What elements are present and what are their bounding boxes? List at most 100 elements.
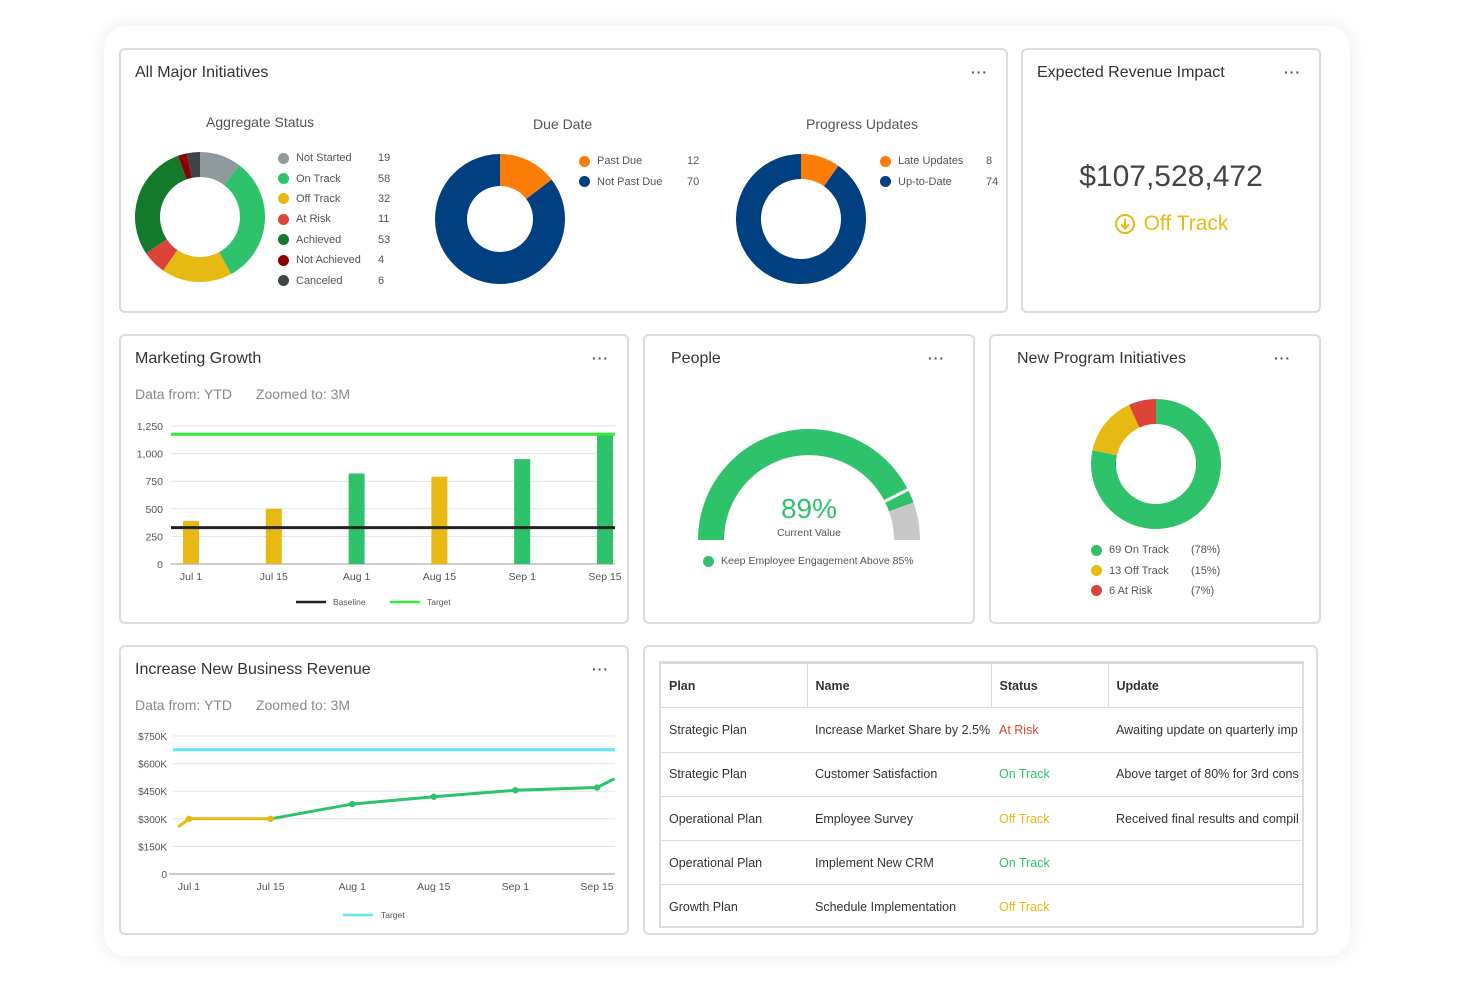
- x-tick-label: Jul 1: [180, 571, 202, 583]
- legend-item[interactable]: Achieved 53: [278, 230, 390, 250]
- cell-plan: Growth Plan: [661, 884, 807, 926]
- legend-label[interactable]: Target: [381, 910, 405, 920]
- donut-slice-achieved[interactable]: [135, 155, 187, 254]
- legend-label: Canceled: [296, 274, 343, 287]
- x-tick-label: Sep 1: [502, 881, 530, 893]
- progress-updates-title: Progress Updates: [806, 116, 919, 132]
- table-row[interactable]: Strategic Plan Customer Satisfaction On Tr…: [661, 751, 1302, 797]
- legend-dot: [278, 193, 289, 205]
- line-segment: [350, 795, 436, 806]
- legend-dot: [278, 213, 289, 225]
- legend-item[interactable]: Past Due 12: [579, 151, 699, 171]
- legend-dot: [278, 152, 289, 164]
- data-point-aug-1[interactable]: [349, 800, 356, 808]
- legend-item[interactable]: Canceled 6: [278, 270, 390, 290]
- column-header-update[interactable]: Update: [1108, 663, 1302, 709]
- new-business-revenue-line-chart: 0 $150K $300K $450K $600K $750K Jul 1 Jul 15 Aug…: [138, 732, 615, 920]
- legend-item[interactable]: Not Achieved 4: [278, 250, 390, 270]
- legend-item[interactable]: Not Started 19: [278, 148, 390, 168]
- more-options-icon[interactable]: ···: [971, 64, 988, 80]
- cell-status: Off Track: [991, 795, 1108, 842]
- aggregate-status-title: Aggregate Status: [206, 114, 315, 130]
- aggregate-status-donut: [135, 152, 265, 282]
- data-point-sep-15[interactable]: [593, 784, 601, 791]
- legend-label: Late Updates: [898, 155, 964, 168]
- y-tick-label: 250: [145, 531, 163, 543]
- legend-label: 69 On Track: [1109, 544, 1169, 557]
- bar-jul-15[interactable]: [265, 508, 282, 564]
- table-wrapper: Plan Name Status Update Strategic Plan In…: [659, 661, 1304, 928]
- legend-value: 6: [378, 274, 385, 287]
- y-tick-label: $300K: [138, 815, 167, 826]
- x-tick-label: Sep 1: [508, 571, 536, 583]
- data-point-jul-1[interactable]: [185, 815, 193, 822]
- legend-dot: [579, 176, 590, 188]
- cell-plan: Strategic Plan: [661, 751, 807, 797]
- legend-dot: [278, 173, 289, 185]
- table-row[interactable]: Operational Plan Employee Survey Off Track…: [661, 795, 1302, 842]
- bar-aug-15[interactable]: [431, 476, 448, 564]
- cell-name: Implement New CRM: [807, 840, 991, 886]
- legend-label: Off Track: [296, 192, 341, 205]
- legend-label[interactable]: Target: [427, 597, 451, 607]
- legend-item[interactable]: 6 At Risk (7%): [1091, 581, 1220, 601]
- legend-item[interactable]: At Risk 11: [278, 209, 390, 229]
- table-row[interactable]: Strategic Plan Increase Market Share by 2…: [661, 707, 1302, 753]
- legend-item[interactable]: Off Track 32: [278, 189, 390, 209]
- table-row[interactable]: Operational Plan Implement New CRM On Trac…: [661, 840, 1302, 886]
- legend-label: Up-to-Date: [898, 175, 952, 188]
- cell-plan: Operational Plan: [661, 840, 807, 886]
- legend-dot: [1091, 565, 1102, 577]
- data-point-jul-15[interactable]: [267, 815, 274, 822]
- legend-value: 70: [687, 175, 700, 188]
- column-header-plan[interactable]: Plan: [661, 663, 808, 709]
- donut-slice-up-to-date[interactable]: [736, 154, 866, 284]
- legend-value: (78%): [1191, 544, 1221, 557]
- progress-updates-legend: Late Updates 8 Up-to-Date 74: [880, 151, 998, 192]
- legend-value: (15%): [1191, 564, 1221, 577]
- bar-sep-1[interactable]: [514, 459, 531, 564]
- y-tick-label: $150K: [138, 842, 167, 853]
- cell-plan: Operational Plan: [661, 795, 807, 842]
- line-segment: [269, 802, 354, 821]
- bar-sep-15[interactable]: [597, 434, 613, 564]
- x-tick-label: Sep 15: [580, 881, 613, 893]
- due-date-legend: Past Due 12 Not Past Due 70: [579, 151, 699, 192]
- legend-item[interactable]: 69 On Track (78%): [1091, 540, 1220, 560]
- cell-update: [1108, 840, 1302, 886]
- engagement-gauge: [698, 429, 920, 540]
- legend-dot: [703, 555, 714, 567]
- more-options-icon[interactable]: ···: [1274, 350, 1291, 366]
- card-marketing-growth: Marketing Growth ··· Data from: YTD Zoom…: [119, 334, 629, 624]
- more-options-icon[interactable]: ···: [1284, 64, 1301, 80]
- legend-item[interactable]: Late Updates 8: [880, 151, 998, 171]
- legend-value: 12: [687, 155, 700, 168]
- legend-label: 13 Off Track: [1109, 564, 1169, 577]
- data-point-aug-15[interactable]: [430, 793, 437, 800]
- donut-slice-13-off-track[interactable]: [1092, 404, 1140, 456]
- due-date-donut: [435, 154, 565, 284]
- column-header-name[interactable]: Name: [807, 663, 992, 709]
- legend-label: Past Due: [597, 155, 643, 168]
- line-segment: [513, 786, 599, 792]
- y-tick-label: 0: [157, 559, 163, 571]
- legend-item[interactable]: 13 Off Track (15%): [1091, 560, 1220, 580]
- legend-item[interactable]: Not Past Due 70: [579, 171, 699, 191]
- legend-item[interactable]: On Track 58: [278, 168, 390, 188]
- due-date-title: Due Date: [533, 116, 593, 132]
- table-row[interactable]: Growth Plan Schedule Implementation Off Tr…: [661, 884, 1302, 926]
- legend-label[interactable]: Baseline: [333, 597, 366, 607]
- x-tick-label: Aug 1: [338, 881, 366, 893]
- cell-update: Received final results and compil: [1108, 795, 1302, 842]
- progress-updates-donut: [736, 154, 866, 284]
- cell-status: On Track: [991, 840, 1108, 886]
- marketing-growth-bar-chart: 0 250 500 750 1,000 1,250 Jul 1 Jul 15 Aug 1 Aug …: [137, 421, 622, 607]
- data-point-sep-1[interactable]: [512, 787, 519, 794]
- column-header-status[interactable]: Status: [991, 663, 1109, 709]
- bar-aug-1[interactable]: [348, 473, 365, 564]
- legend-label: 6 At Risk: [1109, 584, 1153, 597]
- cell-status: Off Track: [991, 884, 1108, 926]
- x-tick-label: Sep 15: [588, 571, 621, 583]
- cell-update: Awaiting update on quarterly imp: [1108, 707, 1302, 753]
- legend-item[interactable]: Up-to-Date 74: [880, 171, 998, 191]
